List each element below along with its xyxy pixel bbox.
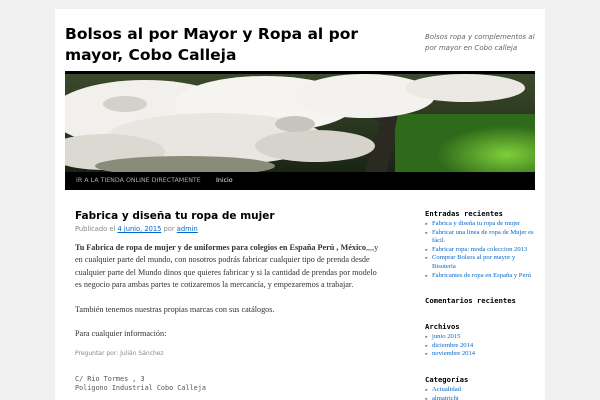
nav-item-inicio[interactable]: Inicio [216,172,233,190]
post-date-link[interactable]: 4 junio, 2015 [117,225,161,233]
post-paragraph-3: Para cualquier información: [75,329,167,339]
recent-post-link[interactable]: Fabricar una linea de ropa de Mujer es f… [425,229,535,246]
widget-title-categories: Categorías [425,374,469,384]
page-wrapper: Bolsos al por Mayor y Ropa al por mayor,… [55,9,545,400]
post-author-link[interactable]: admin [177,225,198,233]
recent-posts-list: Fabrica y diseña tu ropa de mujer Fabric… [425,220,535,280]
site-title[interactable]: Bolsos al por Mayor y Ropa al por mayor,… [65,24,405,66]
archives-list: junio 2015 diciembre 2014 noviembre 2014 [425,333,535,359]
address-line-2: Poligono Industrial Cobo Calleja [75,383,206,392]
widget-title-recent-posts: Entradas recientes [425,209,503,218]
post-paragraph-2: También tenemos nuestras propias marcas … [75,304,275,314]
widget-title-archives: Archivos [425,322,460,332]
address-block: C/ Rio Tormes , 3 Poligono Industrial Co… [75,375,385,393]
post-paragraph-1: Tu Fabrica de ropa de mujer y de uniform… [75,242,385,292]
archive-link[interactable]: junio 2015 [425,333,535,342]
sidebar: Entradas recientes Fabrica y diseña tu r… [425,209,535,400]
main-content: Fabrica y diseña tu ropa de mujer Public… [75,209,385,393]
category-link[interactable]: Actualidad [425,386,535,395]
site-description: Bolsos ropa y complementos al por mayor … [425,33,535,52]
post-paragraph-1-bold: Tu Fabrica de ropa de mujer y de uniform… [75,243,366,252]
meta-published-label: Publicado el [75,225,116,233]
asked-by-text: Preguntar por: Julián Sánchez [75,350,164,358]
cherry-blossom-image [65,74,535,172]
archive-link[interactable]: noviembre 2014 [425,350,535,359]
nav-item-tienda-online[interactable]: IR A LA TIENDA ONLINE DIRECTAMENTE [76,172,201,190]
address-line-1: C/ Rio Tormes , 3 [75,374,145,383]
recent-post-link[interactable]: Fabricar ropa: moda coleccion 2013 [425,246,535,255]
category-link[interactable]: almatrichi [425,395,535,400]
post-body: Tu Fabrica de ropa de mujer y de uniform… [75,242,385,393]
post-title[interactable]: Fabrica y diseña tu ropa de mujer [75,209,385,223]
main-navigation: IR A LA TIENDA ONLINE DIRECTAMENTE Inici… [65,172,535,190]
recent-post-link[interactable]: Fabricantes de ropa en España y Perú [425,272,535,281]
recent-post-link[interactable]: Comprar Bolsos al por mayor y Bisuteria [425,254,535,271]
recent-post-link[interactable]: Fabrica y diseña tu ropa de mujer [425,220,535,229]
meta-by-label: por [163,225,175,233]
widget-title-recent-comments: Comentarios recientes [425,296,516,306]
archive-link[interactable]: diciembre 2014 [425,342,535,351]
header-banner-image [65,71,535,172]
post-meta: Publicado el 4 junio, 2015 por admin [75,224,385,234]
categories-list: Actualidad almatrichi [425,386,535,400]
site-header: Bolsos al por Mayor y Ropa al por mayor,… [65,9,535,71]
